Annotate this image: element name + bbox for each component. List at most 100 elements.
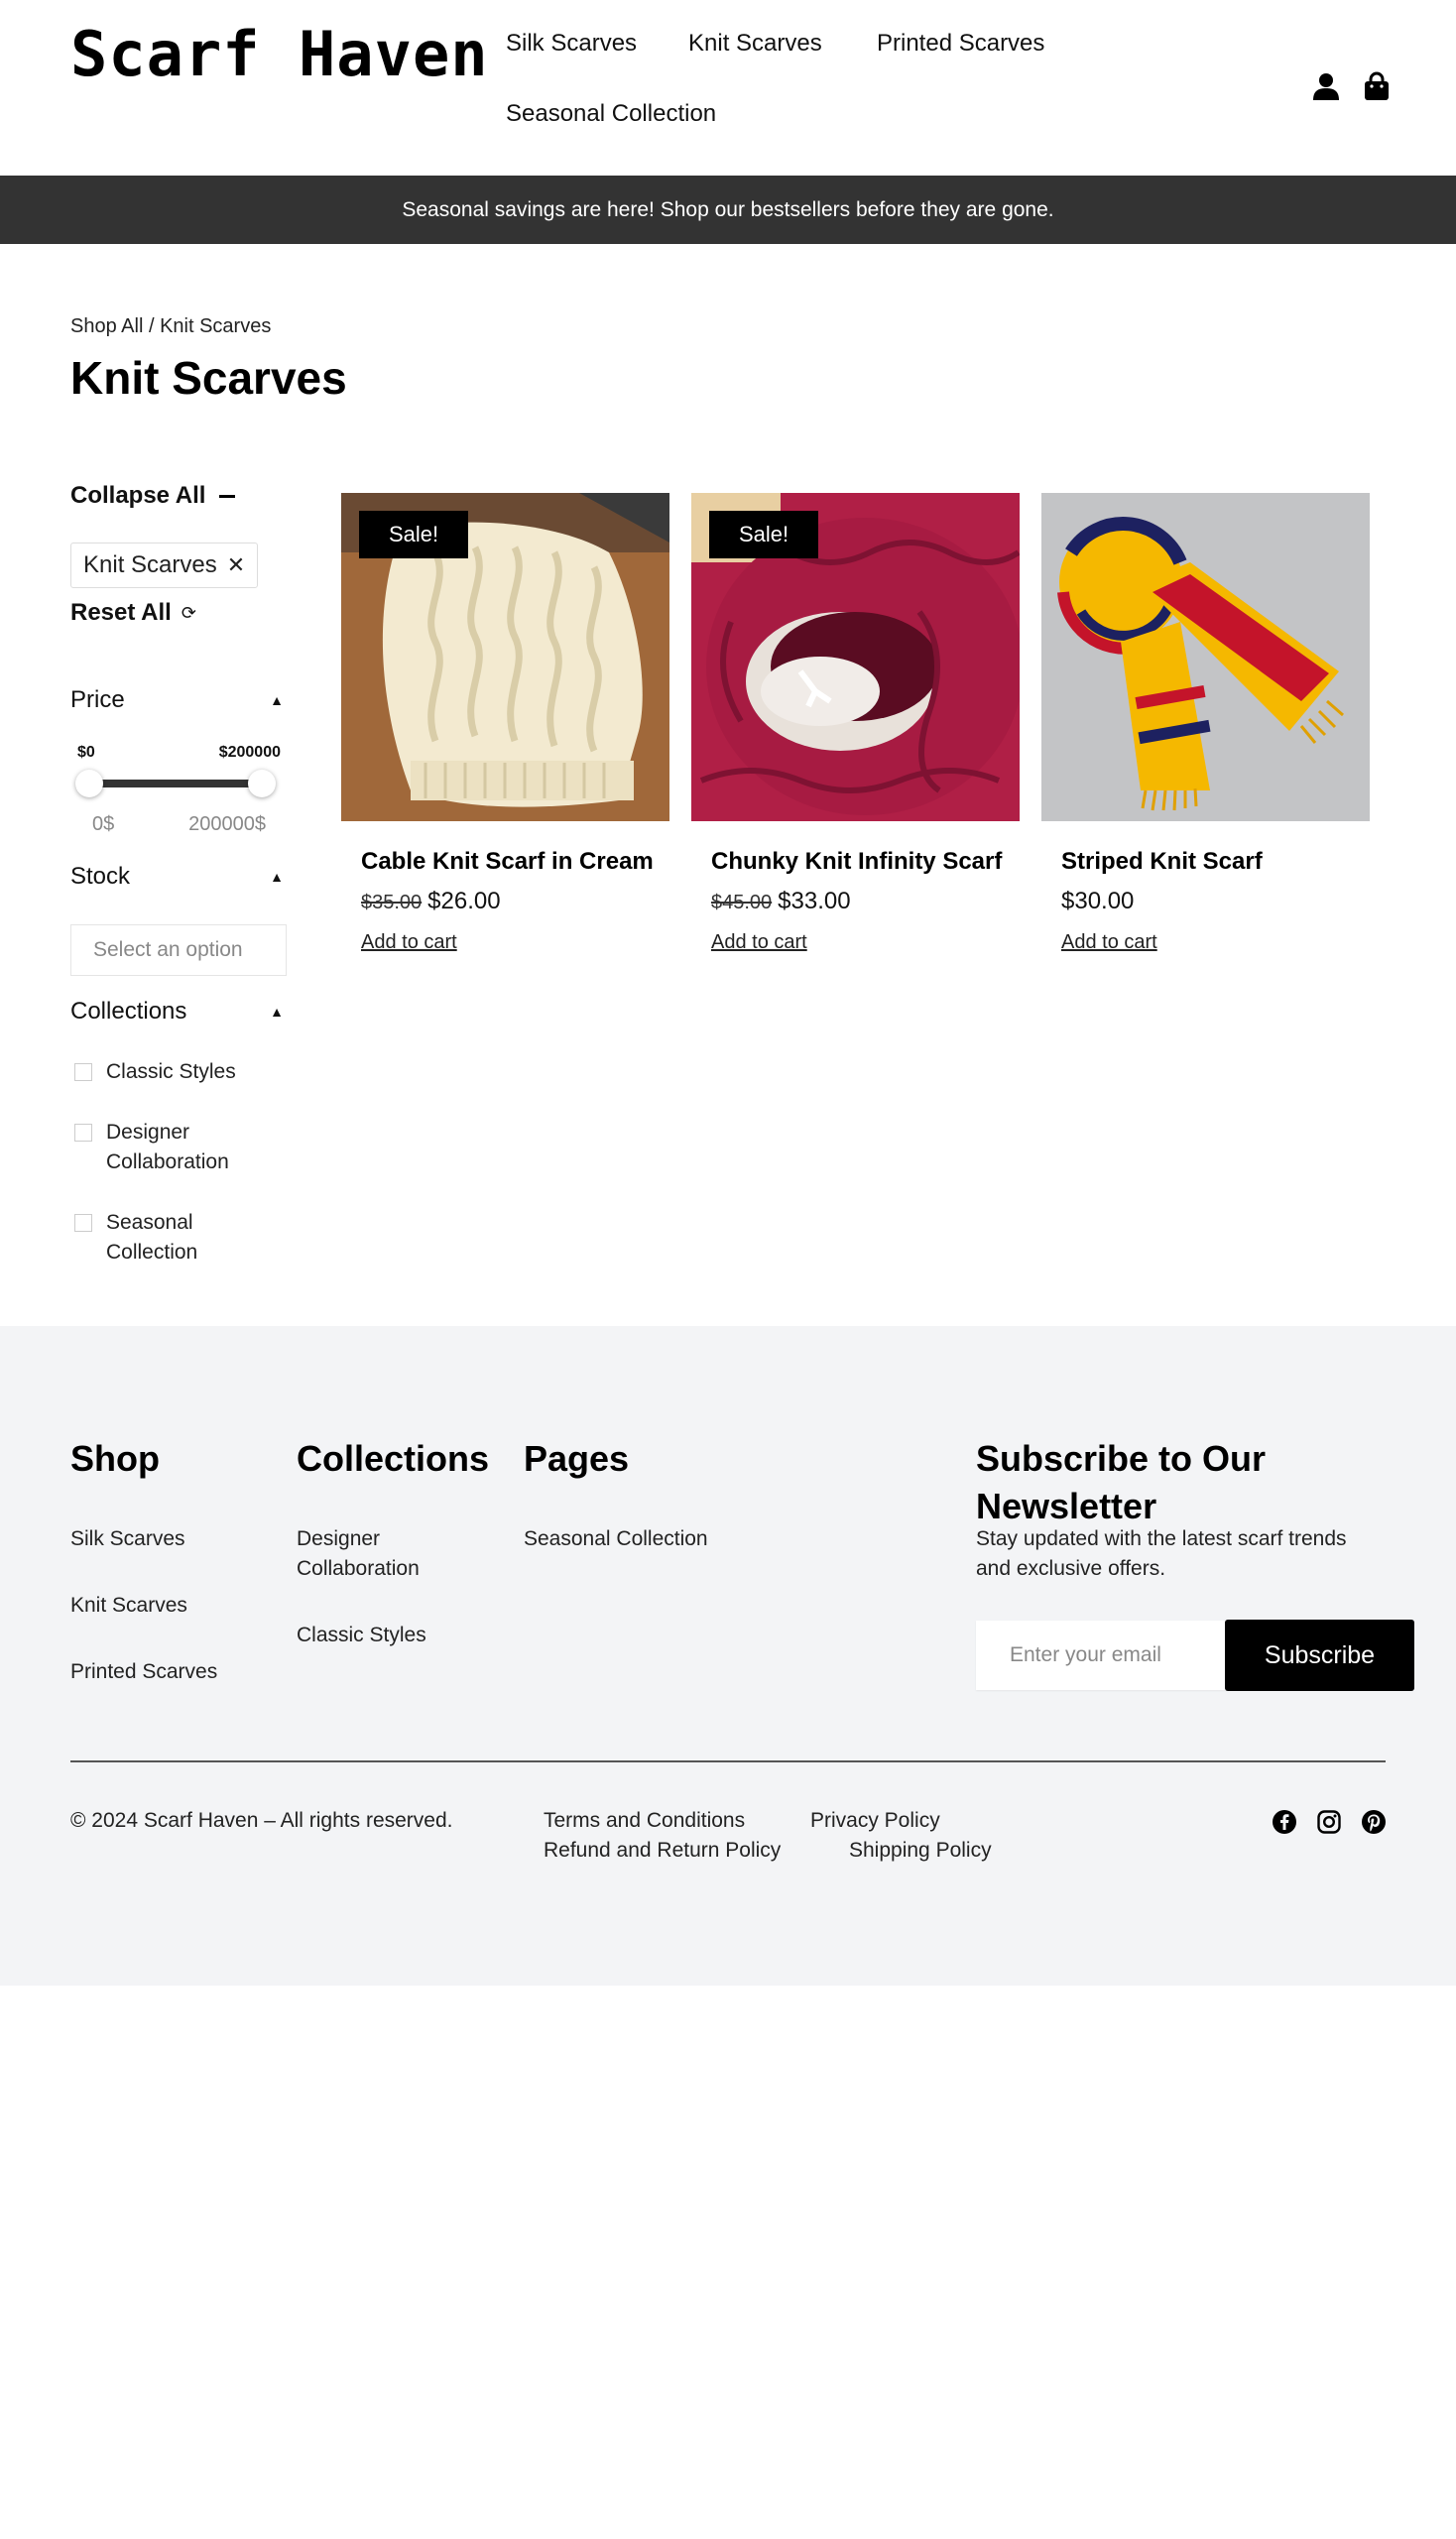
subscribe-button[interactable]: Subscribe [1225,1620,1414,1691]
product-image-cable-knit-scarf[interactable]: Sale! [341,493,669,821]
collection-option-label: Seasonal Collection [106,1208,197,1268]
newsletter-description-line2: and exclusive offers. [976,1557,1166,1580]
close-icon[interactable]: ✕ [227,552,245,578]
price-slider-max-handle[interactable] [248,770,276,797]
product-price: $45.00 $33.00 [711,888,1020,915]
price-max-label: $200000 [218,744,281,761]
collection-option-label-line1: Seasonal [106,1211,193,1234]
site-header: Scarf Haven Silk Scarves Knit Scarves Pr… [0,0,1456,176]
product-old-price: $45.00 [711,892,773,913]
product-image-chunky-infinity-scarf[interactable]: Sale! [691,493,1020,821]
collapse-all-label: Collapse All [70,482,206,509]
collection-option-seasonal-collection[interactable]: Seasonal Collection [74,1208,197,1268]
footer-shop-title: Shop [70,1438,160,1479]
instagram-icon[interactable] [1316,1809,1342,1835]
collection-option-label: Designer Collaboration [106,1118,229,1177]
breadcrumb-separator: / [143,315,161,337]
footer-link-classic-styles[interactable]: Classic Styles [297,1621,426,1650]
breadcrumb: Shop All / Knit Scarves [70,315,271,338]
product-sale-price: $26.00 [427,888,501,914]
collection-option-designer-collaboration[interactable]: Designer Collaboration [74,1118,229,1177]
pinterest-icon[interactable] [1361,1809,1387,1835]
checkbox[interactable] [74,1214,92,1232]
footer-link-silk-scarves[interactable]: Silk Scarves [70,1524,185,1554]
collection-option-label-line1: Designer [106,1121,190,1144]
shopping-bag-icon[interactable] [1362,71,1392,101]
chevron-up-icon: ▲ [270,869,284,885]
footer-pages-title: Pages [524,1438,630,1479]
breadcrumb-current: Knit Scarves [160,315,272,337]
product-card: Striped Knit Scarf $30.00 Add to cart [1041,493,1370,954]
nav-silk-scarves[interactable]: Silk Scarves [506,30,637,58]
add-to-cart-button[interactable]: Add to cart [361,931,457,954]
footer-divider [70,1760,1386,1762]
page-title: Knit Scarves [70,352,347,404]
checkbox[interactable] [74,1124,92,1142]
collection-option-label-line2: Collection [106,1241,198,1264]
product-name[interactable]: Striped Knit Scarf [1061,848,1370,876]
footer-link-privacy[interactable]: Privacy Policy [810,1806,940,1836]
site-logo[interactable]: Scarf Haven [70,18,489,90]
footer-link-seasonal-collection[interactable]: Seasonal Collection [524,1524,708,1554]
product-name[interactable]: Chunky Knit Infinity Scarf [711,848,1020,876]
chevron-up-icon: ▲ [270,692,284,708]
price-min-label: $0 [77,744,95,761]
nav-seasonal-collection[interactable]: Seasonal Collection [506,100,716,128]
collection-option-label: Classic Styles [106,1060,236,1083]
price-range-values: 0$ 200000$ [92,813,266,836]
footer-link-shipping[interactable]: Shipping Policy [849,1836,992,1866]
account-icon[interactable] [1311,71,1341,101]
footer-link-knit-scarves[interactable]: Knit Scarves [70,1591,187,1621]
footer-link-printed-scarves[interactable]: Printed Scarves [70,1657,217,1687]
add-to-cart-button[interactable]: Add to cart [711,931,807,954]
price-slider-track[interactable] [88,780,262,787]
footer-collections-title: Collections [297,1438,490,1479]
price-filter-label: Price [70,686,125,713]
footer-link-terms[interactable]: Terms and Conditions [544,1806,745,1836]
product-price-value: $30.00 [1061,888,1135,914]
collapse-all-button[interactable]: Collapse All [70,482,236,510]
stock-select-placeholder: Select an option [93,938,243,961]
product-card: Sale! Chunky Knit Infinity Scarf $45.00 $… [691,493,1020,954]
product-price: $30.00 [1061,888,1370,915]
footer-link-refund[interactable]: Refund and Return Policy [544,1836,781,1866]
active-filter-label: Knit Scarves [83,551,217,578]
newsletter-title: Subscribe to Our Newsletter [976,1435,1266,1530]
nav-knit-scarves[interactable]: Knit Scarves [688,30,822,58]
price-range-max: 200000$ [188,813,266,835]
price-slider-min-handle[interactable] [75,770,103,797]
collections-filter-header[interactable]: Collections ▲ [70,998,284,1026]
announcement-bar: Seasonal savings are here! Shop our best… [0,176,1456,244]
reset-all-button[interactable]: Reset All ⟳ [70,599,196,627]
product-sale-price: $33.00 [778,888,851,914]
stock-filter-label: Stock [70,863,131,890]
newsletter-title-line2: Newsletter [976,1486,1157,1526]
stock-filter-header[interactable]: Stock ▲ [70,863,284,891]
chevron-up-icon: ▲ [270,1004,284,1020]
newsletter-title-line1: Subscribe to Our [976,1438,1267,1479]
price-filter-header[interactable]: Price ▲ [70,686,284,714]
stock-select[interactable]: Select an option [70,924,287,976]
nav-printed-scarves[interactable]: Printed Scarves [877,30,1044,58]
product-name[interactable]: Cable Knit Scarf in Cream [361,848,669,876]
refresh-icon: ⟳ [181,602,196,623]
collection-option-label-line2: Collaboration [106,1150,229,1173]
collection-option-classic-styles[interactable]: Classic Styles [74,1057,236,1087]
add-to-cart-button[interactable]: Add to cart [1061,931,1157,954]
footer-link-designer-collaboration[interactable]: Designer Collaboration [297,1524,420,1584]
price-min-max-labels: $0 $200000 [77,744,281,762]
checkbox[interactable] [74,1063,92,1081]
site-footer: Shop Silk Scarves Knit Scarves Printed S… [0,1326,1456,1986]
product-price: $35.00 $26.00 [361,888,669,915]
price-range-min: 0$ [92,813,115,835]
newsletter-email-input[interactable] [976,1621,1226,1690]
product-card: Sale! Cable Knit Scarf in Cream $35.00 $2… [341,493,669,954]
reset-all-label: Reset All [70,599,172,626]
breadcrumb-shop-all[interactable]: Shop All [70,315,143,337]
announcement-text: Seasonal savings are here! Shop our best… [402,197,1054,221]
active-filter-chip[interactable]: Knit Scarves ✕ [70,543,259,588]
product-image-striped-knit-scarf[interactable] [1041,493,1370,821]
facebook-icon[interactable] [1272,1809,1297,1835]
newsletter-description: Stay updated with the latest scarf trend… [976,1524,1347,1584]
newsletter-description-line1: Stay updated with the latest scarf trend… [976,1527,1347,1550]
